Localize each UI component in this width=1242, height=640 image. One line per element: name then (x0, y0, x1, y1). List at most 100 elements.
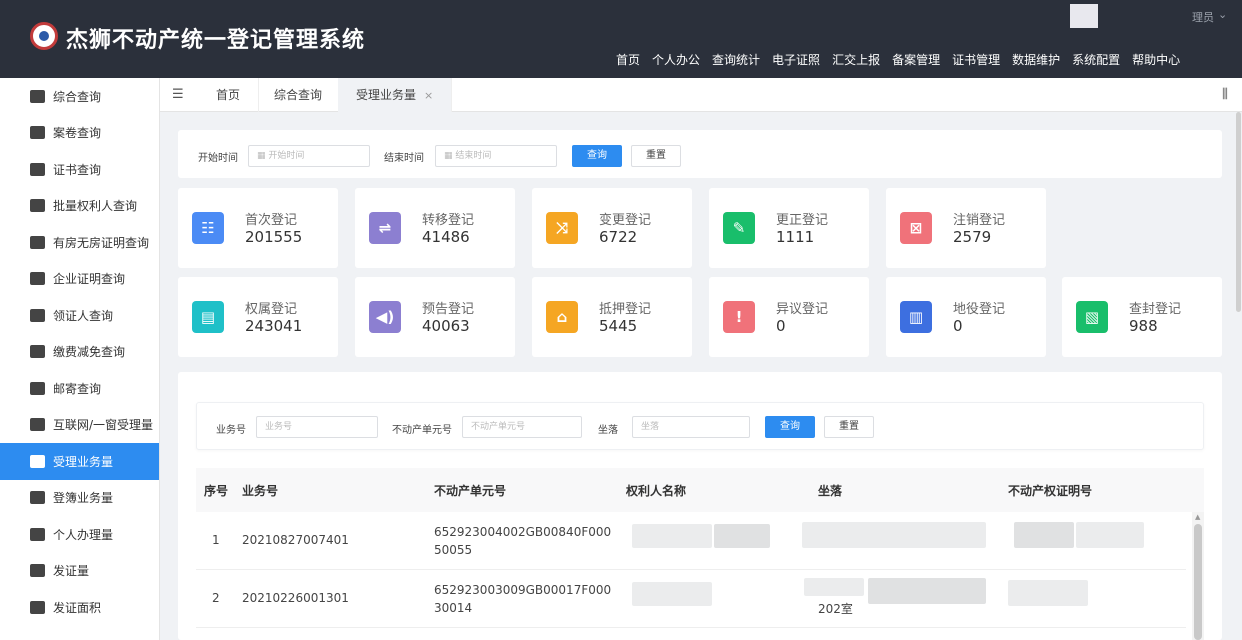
redacted-cert (1076, 522, 1144, 548)
tab-options-icon[interactable]: ⫼ (1222, 87, 1228, 102)
user-menu[interactable]: 理员 ⌄ (1070, 4, 1230, 28)
user-name[interactable]: 理员 (1104, 9, 1214, 25)
chevron-down-icon[interactable]: ⌄ (1218, 8, 1227, 21)
location-input[interactable]: 坐落 (632, 416, 750, 438)
nav-item-certificate[interactable]: 证书管理 (946, 50, 1006, 70)
nav-item-home[interactable]: 首页 (610, 50, 646, 70)
stat-value: 988 (1129, 317, 1158, 335)
stat-card[interactable]: ◀) 预告登记 40063 (355, 277, 515, 357)
stat-card[interactable]: ! 异议登记 0 (709, 277, 869, 357)
start-time-input[interactable]: ▦ 开始时间 (248, 145, 370, 167)
sidebar-item-certificate-query[interactable]: 证书查询 (0, 151, 159, 188)
sidebar-item-label: 领证人查询 (53, 308, 114, 323)
sidebar-item-label: 批量权利人查询 (53, 199, 138, 214)
end-time-placeholder: 结束时间 (455, 151, 492, 161)
table-row[interactable]: 1 20210827007401 652923004002GB00840F000… (196, 512, 1186, 570)
sidebar-item-comprehensive-query[interactable]: 综合查询 (0, 78, 159, 115)
stat-card[interactable]: ⇌ 转移登记 41486 (355, 188, 515, 268)
nav-item-report[interactable]: 汇交上报 (826, 50, 886, 70)
house-icon (30, 235, 45, 249)
page-scrollbar[interactable] (1236, 112, 1241, 312)
col-unit-no: 不动产单元号 (434, 484, 507, 498)
record-table: 序号 业务号 不动产单元号 权利人名称 坐落 不动产权证明号 1 2021082… (196, 468, 1204, 640)
tab-label: 首页 (216, 88, 241, 102)
nav-item-data-maintenance[interactable]: 数据维护 (1006, 50, 1066, 70)
sidebar-item-issue-area[interactable]: 发证面积 (0, 589, 159, 626)
sidebar-item-batch-owner-query[interactable]: 批量权利人查询 (0, 188, 159, 225)
sidebar-item-label: 综合查询 (53, 89, 102, 104)
top-nav: 首页 个人办公 查询统计 电子证照 汇交上报 备案管理 证书管理 数据维护 系统… (610, 50, 1186, 70)
nav-item-system-config[interactable]: 系统配置 (1066, 50, 1126, 70)
sidebar-item-personal-volume[interactable]: 个人办理量 (0, 516, 159, 553)
tab-home[interactable]: 首页 (198, 78, 260, 112)
col-location: 坐落 (818, 484, 843, 498)
table-scroll-thumb[interactable] (1194, 524, 1202, 640)
grid-search-icon (30, 89, 45, 103)
sidebar-item-accepted-volume[interactable]: 受理业务量 (0, 443, 159, 480)
calendar-icon: ▦ (444, 151, 456, 161)
scroll-up-icon[interactable]: ▲ (1195, 513, 1200, 521)
stat-card[interactable]: ▥ 地役登记 0 (886, 277, 1046, 357)
stat-card[interactable]: ⊠ 注销登记 2579 (886, 188, 1046, 268)
record-query-button[interactable]: 查询 (765, 416, 815, 438)
calendar-icon: ▦ (257, 151, 269, 161)
sidebar-item-collector-query[interactable]: 领证人查询 (0, 297, 159, 334)
sidebar-item-label: 发证面积 (53, 600, 102, 615)
close-icon[interactable]: × (424, 89, 433, 102)
stat-card[interactable]: ✎ 更正登记 1111 (709, 188, 869, 268)
stat-value: 0 (776, 317, 786, 335)
cell-index: 2 (212, 591, 220, 605)
stat-card[interactable]: ⤨ 变更登记 6722 (532, 188, 692, 268)
end-time-label: 结束时间 (384, 153, 424, 164)
sidebar-item-internet-window[interactable]: 互联网/一窗受理量 (0, 407, 159, 444)
nav-item-personal-office[interactable]: 个人办公 (646, 50, 706, 70)
stat-card[interactable]: ☷ 首次登记 201555 (178, 188, 338, 268)
stat-title: 首次登记 (245, 213, 298, 228)
record-reset-button[interactable]: 重置 (824, 416, 874, 438)
stat-card[interactable]: ⌂ 抵押登记 5445 (532, 277, 692, 357)
sidebar-item-archive-query[interactable]: 案卷查询 (0, 115, 159, 152)
stat-card[interactable]: ▧ 查封登记 988 (1062, 277, 1222, 357)
nav-item-help[interactable]: 帮助中心 (1126, 50, 1186, 70)
stat-value: 6722 (599, 228, 638, 246)
sidebar-item-register-volume[interactable]: 登簿业务量 (0, 480, 159, 517)
seal-icon: ▧ (1076, 301, 1108, 333)
end-time-input[interactable]: ▦ 结束时间 (435, 145, 557, 167)
window-icon (30, 418, 45, 432)
sidebar-item-house-proof-query[interactable]: 有房无房证明查询 (0, 224, 159, 261)
stat-value: 5445 (599, 317, 638, 335)
biz-no-input[interactable]: 业务号 (256, 416, 378, 438)
nav-item-query-stats[interactable]: 查询统计 (706, 50, 766, 70)
query-button[interactable]: 查询 (572, 145, 622, 167)
avatar[interactable] (1070, 4, 1098, 28)
sidebar-item-mail-query[interactable]: 邮寄查询 (0, 370, 159, 407)
sidebar-item-label: 发证量 (53, 564, 90, 579)
reset-button[interactable]: 重置 (631, 145, 681, 167)
transfer-icon: ⇌ (369, 212, 401, 244)
nav-item-filing[interactable]: 备案管理 (886, 50, 946, 70)
building-icon (30, 272, 45, 286)
app-title: 杰狮不动产统一登记管理系统 (66, 28, 366, 53)
sidebar-item-fee-reduction-query[interactable]: 缴费减免查询 (0, 334, 159, 371)
tab-comprehensive-query[interactable]: 综合查询 (256, 78, 342, 112)
redacted-location (868, 578, 986, 604)
menu-collapse-icon[interactable]: ☰ (172, 87, 184, 102)
cancel-doc-icon: ⊠ (900, 212, 932, 244)
nav-item-e-license[interactable]: 电子证照 (766, 50, 826, 70)
col-owner-name: 权利人名称 (626, 484, 687, 498)
col-biz-no: 业务号 (242, 484, 279, 498)
location-label: 坐落 (598, 425, 618, 436)
id-card-icon (30, 308, 45, 322)
sidebar-item-enterprise-proof-query[interactable]: 企业证明查询 (0, 261, 159, 298)
certificate-icon (30, 162, 45, 176)
table-row[interactable]: 2 20210226001301 652923003009GB00017F000… (196, 570, 1186, 628)
col-index: 序号 (204, 484, 229, 498)
sidebar-item-label: 企业证明查询 (53, 272, 126, 287)
tab-accepted-volume[interactable]: 受理业务量 × (338, 78, 453, 112)
stat-value: 1111 (776, 228, 815, 246)
sidebar-item-issue-volume[interactable]: 发证量 (0, 553, 159, 590)
stat-card[interactable]: ▤ 权属登记 243041 (178, 277, 338, 357)
unit-no-input[interactable]: 不动产单元号 (462, 416, 582, 438)
stat-title: 变更登记 (599, 213, 652, 228)
sidebar-item-label: 有房无房证明查询 (53, 235, 150, 250)
